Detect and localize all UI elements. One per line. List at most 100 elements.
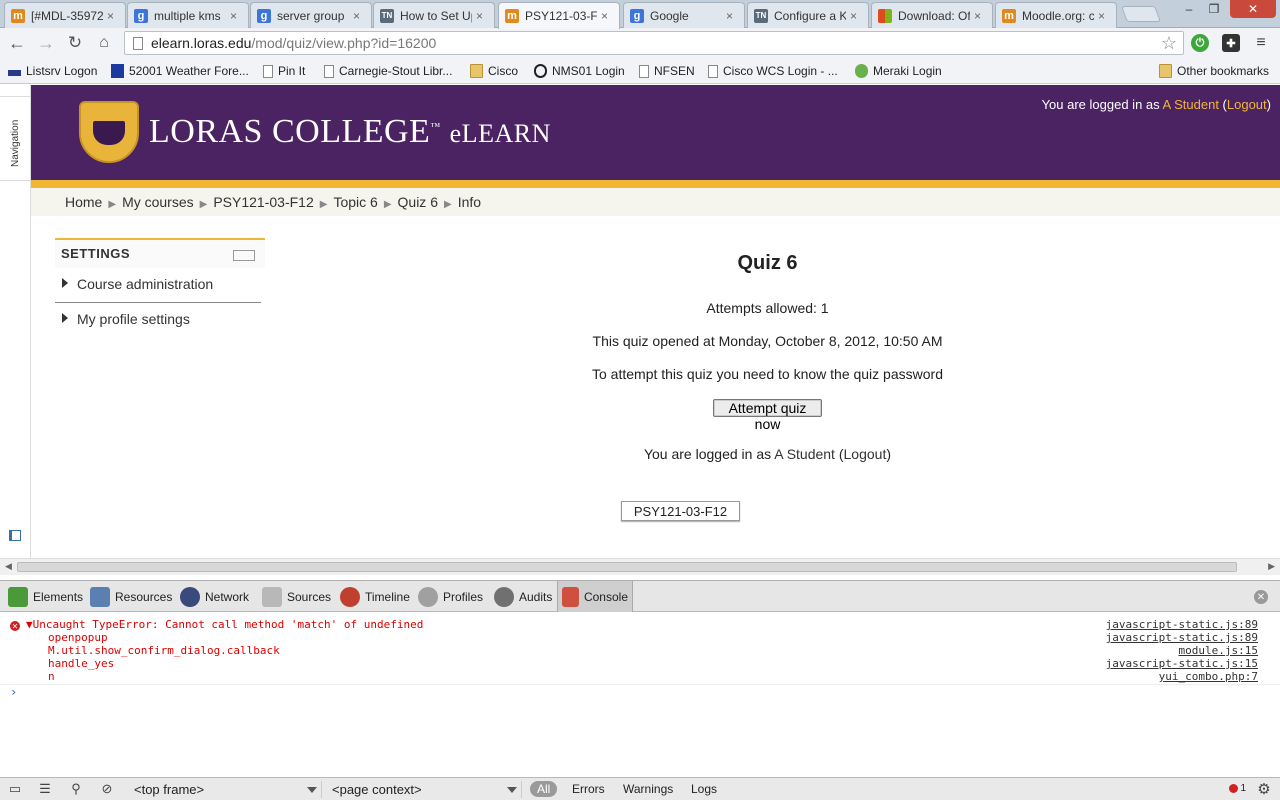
block-dock-icon[interactable] [233, 250, 255, 261]
filter-errors[interactable]: Errors [572, 782, 605, 796]
breadcrumb-my-courses[interactable]: My courses [122, 194, 194, 210]
breadcrumb-topic[interactable]: Topic 6 [333, 194, 377, 210]
settings-item-my-profile[interactable]: My profile settings [55, 303, 265, 337]
source-link[interactable]: javascript-static.js:15 [1106, 657, 1258, 670]
home-icon[interactable]: ⌂ [93, 33, 115, 53]
site-logo-text[interactable]: LORAS COLLEGE™ eLEARN [149, 113, 551, 151]
site-header: LORAS COLLEGE™ eLEARN You are logged in … [31, 85, 1280, 180]
browser-tab[interactable]: m Moodle.org: c × [995, 2, 1117, 28]
breadcrumb-quiz[interactable]: Quiz 6 [398, 194, 438, 210]
browser-tab-strip: m [#MDL-35972 × g multiple kms × g server gro… [0, 0, 1280, 29]
audits-icon [494, 586, 514, 607]
bookmark-item[interactable]: Cisco [470, 62, 518, 80]
user-link[interactable]: A Student [1163, 97, 1219, 112]
browser-tab-active[interactable]: m PSY121-03-F1 × [498, 2, 620, 29]
stack-frame: handle_yes [48, 657, 115, 670]
scrollbar-thumb[interactable] [17, 562, 1237, 572]
devtools-close-icon[interactable]: ✕ [1254, 590, 1268, 604]
dock-toggle-icon[interactable] [9, 530, 21, 541]
console-prompt-icon[interactable]: › [10, 685, 17, 699]
bookmark-item[interactable]: Meraki Login [855, 62, 942, 80]
close-icon[interactable]: × [601, 9, 613, 23]
forward-icon[interactable]: → [35, 33, 57, 53]
bookmark-item[interactable]: NMS01 Login [534, 62, 625, 80]
settings-item-course-administration[interactable]: Course administration [55, 268, 265, 302]
frame-select[interactable]: <top frame> [130, 781, 322, 798]
filter-logs[interactable]: Logs [691, 782, 717, 796]
address-bar[interactable]: elearn.loras.edu/mod/quiz/view.php?id=16… [124, 31, 1184, 55]
browser-tab[interactable]: TN Configure a K × [747, 2, 869, 28]
close-icon[interactable]: × [1098, 9, 1110, 23]
console-panel[interactable]: ✕ ▼Uncaught TypeError: Cannot call metho… [0, 613, 1280, 777]
bookmark-item[interactable]: Pin It [263, 62, 305, 80]
bookmark-item[interactable]: 52001 Weather Fore... [111, 62, 249, 80]
page-icon [708, 64, 718, 78]
horizontal-scrollbar[interactable]: ◀ ▶ [0, 558, 1280, 575]
back-icon[interactable]: ← [6, 33, 28, 53]
devtools-tab-resources[interactable]: Resources [86, 581, 176, 612]
devtools-tab-audits[interactable]: Audits [490, 581, 556, 612]
close-icon[interactable]: × [850, 9, 862, 23]
close-icon[interactable]: × [726, 9, 738, 23]
breadcrumb-course[interactable]: PSY121-03-F12 [213, 194, 313, 210]
course-home-button[interactable]: PSY121-03-F12 [621, 501, 740, 521]
clear-console-icon[interactable]: ⊘ [98, 781, 116, 797]
bookmark-item[interactable]: Listsrv Logon [8, 62, 97, 80]
filter-all[interactable]: All [530, 781, 558, 797]
filter-warnings[interactable]: Warnings [623, 782, 673, 796]
new-tab-button[interactable] [1121, 6, 1161, 22]
attempt-quiz-button[interactable]: Attempt quiz now [713, 399, 822, 432]
bookmark-item[interactable]: Cisco WCS Login - ... [708, 62, 838, 80]
browser-tab[interactable]: g Google × [623, 2, 745, 28]
footer-logout-link[interactable]: Logout [844, 446, 887, 462]
show-drawer-icon[interactable]: ☰ [36, 781, 54, 797]
google-icon: g [630, 8, 644, 23]
context-select[interactable]: <page context> [328, 781, 522, 798]
error-count-badge[interactable]: 1 [1229, 783, 1246, 794]
folder-icon [1159, 64, 1172, 78]
restore-icon[interactable]: ❐ [1204, 0, 1224, 18]
devtools-tab-profiles[interactable]: Profiles [414, 581, 487, 612]
crest-logo [79, 101, 139, 163]
footer-user-link[interactable]: A Student [774, 446, 835, 462]
extension-puzzle-icon[interactable]: ✚ [1222, 34, 1240, 52]
bookmark-item[interactable]: Carnegie-Stout Libr... [324, 62, 452, 80]
close-icon[interactable]: × [353, 9, 365, 23]
breadcrumb-home[interactable]: Home [65, 194, 102, 210]
extension-power-icon[interactable]: ⏻ [1191, 34, 1209, 52]
reload-icon[interactable]: ↻ [64, 33, 86, 53]
devtools-tab-console[interactable]: Console [557, 581, 633, 612]
window-close-icon[interactable]: ✕ [1230, 0, 1276, 18]
close-icon[interactable]: × [230, 9, 242, 23]
network-icon [180, 586, 200, 607]
bookmark-star-icon[interactable]: ☆ [1161, 33, 1177, 54]
close-icon[interactable]: × [476, 9, 488, 23]
browser-tab[interactable]: g server group × [250, 2, 372, 28]
browser-tab[interactable]: g multiple kms × [127, 2, 249, 28]
scroll-right-icon[interactable]: ▶ [1268, 561, 1275, 572]
navigation-dock-tab[interactable]: Navigation [0, 96, 31, 181]
scroll-left-icon[interactable]: ◀ [5, 561, 12, 572]
search-icon[interactable]: ⚲ [67, 781, 85, 797]
browser-tab[interactable]: Download: Of × [871, 2, 993, 28]
close-icon[interactable]: × [107, 9, 119, 23]
menu-icon[interactable]: ≡ [1252, 34, 1270, 52]
source-link[interactable]: javascript-static.js:89 [1106, 618, 1258, 631]
devtools-tab-network[interactable]: Network [176, 581, 253, 612]
bookmark-item[interactable]: NFSEN [639, 62, 695, 80]
source-link[interactable]: yui_combo.php:7 [1159, 670, 1258, 683]
source-link[interactable]: module.js:15 [1179, 644, 1258, 657]
gear-icon[interactable]: ⚙ [1255, 781, 1273, 798]
close-icon[interactable]: × [974, 9, 986, 23]
other-bookmarks[interactable]: Other bookmarks [1159, 62, 1269, 80]
minimize-icon[interactable]: ‒ [1180, 0, 1198, 18]
devtools-tab-elements[interactable]: Elements [4, 581, 87, 612]
browser-tab[interactable]: TN How to Set Up × [373, 2, 495, 28]
devtools-tab-timeline[interactable]: Timeline [336, 581, 414, 612]
logout-link[interactable]: Logout [1227, 97, 1267, 112]
source-link[interactable]: javascript-static.js:89 [1106, 631, 1258, 644]
devtools-tab-sources[interactable]: Sources [258, 581, 335, 612]
browser-tab[interactable]: m [#MDL-35972 × [4, 2, 126, 28]
dock-icon[interactable]: ▭ [6, 781, 24, 797]
error-expand-toggle[interactable]: ▼Uncaught TypeError: Cannot call method … [26, 618, 423, 631]
